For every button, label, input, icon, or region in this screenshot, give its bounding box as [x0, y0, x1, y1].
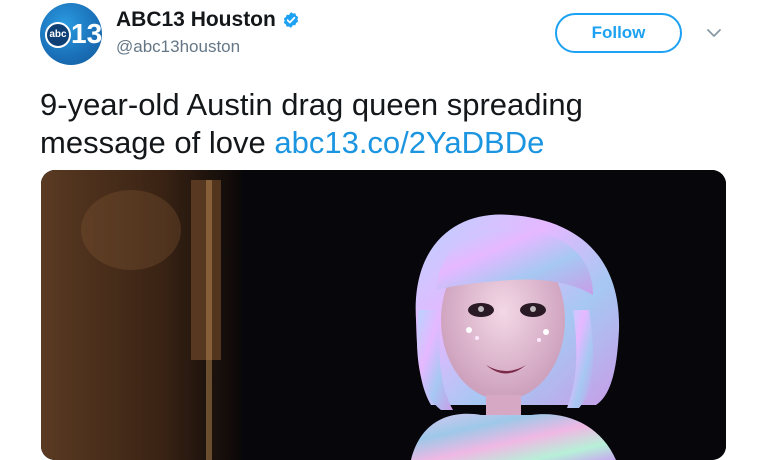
- verified-badge-icon: [283, 12, 298, 28]
- chevron-down-icon[interactable]: [706, 28, 722, 38]
- abc13-logo-number: 13: [71, 18, 102, 49]
- tweet-text-line-1: 9-year-old Austin drag queen spreading: [40, 87, 583, 122]
- abc-logo-disc: abc: [45, 22, 71, 48]
- account-handle[interactable]: @abc13houston: [116, 37, 240, 57]
- tweet-media-image[interactable]: [41, 170, 726, 460]
- avatar[interactable]: abc 13: [40, 3, 102, 65]
- tweet-text-line-2: message of love abc13.co/2YaDBDe: [40, 124, 740, 162]
- follow-button[interactable]: Follow: [555, 13, 682, 53]
- tweet-link[interactable]: abc13.co/2YaDBDe: [274, 125, 544, 160]
- tweet-text-prefix: message of love: [40, 125, 275, 160]
- media-illustration: [41, 170, 726, 460]
- display-name[interactable]: ABC13 Houston: [116, 8, 276, 32]
- tweet-text: 9-year-old Austin drag queen spreading m…: [40, 86, 740, 162]
- account-name-row[interactable]: ABC13 Houston: [116, 8, 300, 32]
